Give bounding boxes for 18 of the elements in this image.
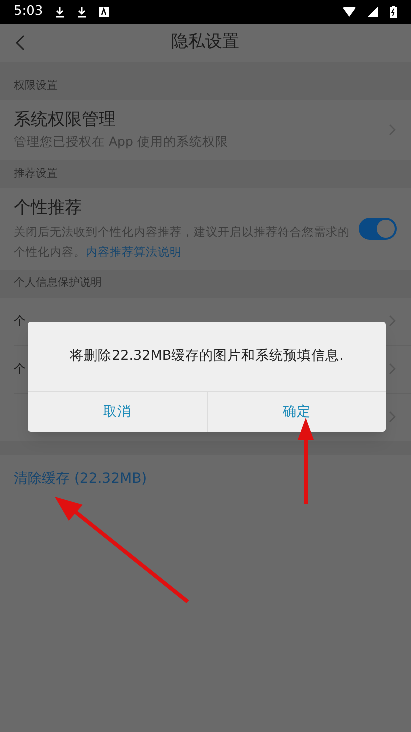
page-title: 隐私设置 (172, 31, 240, 54)
download-icon (77, 6, 88, 18)
algorithm-link[interactable]: 内容推荐算法说明 (86, 244, 182, 258)
download-icon (55, 6, 66, 18)
row-title: 系统权限管理 (14, 108, 116, 132)
toggle-switch[interactable] (359, 218, 397, 240)
row-title: 个性推荐 (14, 197, 83, 220)
row-title: 个 (14, 313, 26, 330)
status-time: 5:03 (14, 3, 44, 22)
signal-icon (368, 7, 378, 17)
dialog-button[interactable]: 取消 (28, 392, 206, 432)
app-notification-icon (99, 7, 110, 17)
wifi-icon (343, 7, 356, 17)
clear-cache-link[interactable]: 清除缓存 (22.32MB) (14, 469, 148, 490)
battery-icon (390, 6, 397, 18)
row-title: 个 (14, 361, 26, 378)
back-icon[interactable] (15, 35, 25, 51)
dialog-message: 将删除22.32MB缓存的图片和系统预填信息. (70, 347, 344, 366)
